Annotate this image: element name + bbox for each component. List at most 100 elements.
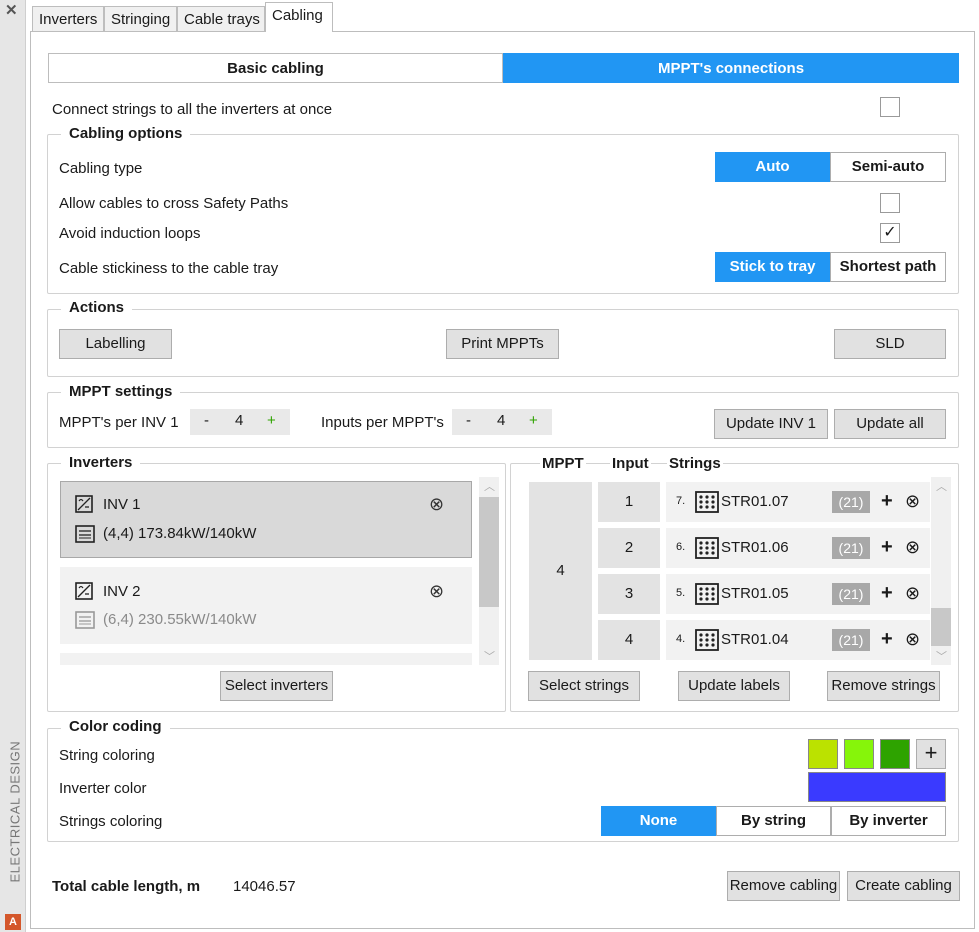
avoid-loops-label: Avoid induction loops — [59, 225, 201, 242]
string-row[interactable]: 6. STR01.06 (21) + ⊗ — [666, 528, 930, 568]
add-string-icon[interactable]: + — [881, 582, 893, 605]
string-index: 4. — [676, 633, 686, 645]
string-row[interactable]: 5. STR01.05 (21) + ⊗ — [666, 574, 930, 614]
scrollbar-thumb[interactable] — [479, 497, 499, 607]
string-color-swatch[interactable] — [844, 739, 874, 769]
coloring-none-button[interactable]: None — [601, 806, 716, 836]
cross-safety-paths-checkbox[interactable] — [880, 193, 900, 213]
strings-column-header: Strings — [667, 455, 723, 472]
avoid-loops-checkbox[interactable]: ✓ — [880, 223, 900, 243]
coloring-by-string-button[interactable]: By string — [716, 806, 831, 836]
side-panel-title: ELECTRICAL DESIGN — [7, 740, 23, 883]
inverter-color-label: Inverter color — [59, 780, 147, 797]
input-cell[interactable]: 2 — [598, 528, 660, 568]
string-index: 5. — [676, 587, 686, 599]
inverter-name: INV 2 — [103, 583, 141, 600]
mppt-settings-title: MPPT settings — [61, 383, 181, 400]
add-string-icon[interactable]: + — [881, 536, 893, 559]
string-count-badge: (21) — [832, 629, 870, 651]
input-column-header: Input — [610, 455, 651, 472]
string-icon — [695, 537, 719, 559]
input-cell[interactable]: 4 — [598, 620, 660, 660]
color-coding-title: Color coding — [61, 718, 170, 735]
inverter-detail: (4,4) 173.84kW/140kW — [103, 525, 257, 542]
inputs-per-mppt-value[interactable]: 4 — [497, 412, 505, 429]
select-inverters-button[interactable]: Select inverters — [220, 671, 333, 701]
remove-string-icon[interactable]: ⊗ — [905, 583, 920, 604]
string-color-swatch[interactable] — [880, 739, 910, 769]
cabling-type-semi-auto-button[interactable]: Semi-auto — [830, 152, 946, 182]
cabling-type-auto-button[interactable]: Auto — [715, 152, 830, 182]
tab-inverters[interactable]: Inverters — [32, 6, 104, 32]
sld-button[interactable]: SLD — [834, 329, 946, 359]
add-string-icon[interactable]: + — [881, 628, 893, 651]
mppt-per-inv-stepper: - 4 + — [190, 409, 290, 435]
combiner-icon — [75, 610, 95, 630]
basic-cabling-tab[interactable]: Basic cabling — [48, 53, 503, 83]
increment-button[interactable]: + — [267, 412, 276, 429]
update-labels-button[interactable]: Update labels — [678, 671, 790, 701]
mppt-cell[interactable]: 4 — [529, 482, 592, 660]
string-coloring-label: String coloring — [59, 747, 155, 764]
string-count-badge: (21) — [832, 491, 870, 513]
scroll-down-icon[interactable]: ﹀ — [484, 648, 495, 664]
string-name: STR01.06 — [721, 539, 789, 556]
remove-string-icon[interactable]: ⊗ — [905, 491, 920, 512]
shortest-path-button[interactable]: Shortest path — [830, 252, 946, 282]
string-name: STR01.05 — [721, 585, 789, 602]
cross-safety-paths-label: Allow cables to cross Safety Paths — [59, 195, 289, 212]
cabling-type-label: Cabling type — [59, 160, 143, 177]
add-color-button[interactable]: + — [916, 739, 946, 769]
mppt-column-header: MPPT — [540, 455, 586, 472]
inputs-per-mppt-label: Inputs per MPPT's — [321, 414, 444, 431]
string-icon — [695, 629, 719, 651]
update-inv-button[interactable]: Update INV 1 — [714, 409, 828, 439]
scroll-up-icon[interactable]: ︿ — [484, 478, 495, 494]
string-row[interactable]: 7. STR01.07 (21) + ⊗ — [666, 482, 930, 522]
app-logo-icon: A — [5, 914, 21, 930]
update-all-button[interactable]: Update all — [834, 409, 946, 439]
add-string-icon[interactable]: + — [881, 490, 893, 513]
inverter-card[interactable] — [60, 481, 472, 558]
decrement-button[interactable]: - — [204, 412, 209, 429]
stick-to-tray-button[interactable]: Stick to tray — [715, 252, 830, 282]
remove-inverter-icon[interactable]: ⊗ — [429, 581, 444, 602]
scroll-up-icon[interactable]: ︿ — [936, 478, 947, 494]
remove-inverter-icon[interactable]: ⊗ — [429, 494, 444, 515]
mppt-connections-tab[interactable]: MPPT's connections — [503, 53, 959, 83]
remove-string-icon[interactable]: ⊗ — [905, 537, 920, 558]
remove-strings-button[interactable]: Remove strings — [827, 671, 940, 701]
coloring-by-inverter-button[interactable]: By inverter — [831, 806, 946, 836]
tab-cabling[interactable]: Cabling — [265, 2, 333, 32]
total-cable-length-value: 14046.57 — [233, 878, 296, 895]
scroll-down-icon[interactable]: ﹀ — [936, 648, 947, 664]
decrement-button[interactable]: - — [466, 412, 471, 429]
string-row[interactable]: 4. STR01.04 (21) + ⊗ — [666, 620, 930, 660]
print-mppts-button[interactable]: Print MPPTs — [446, 329, 559, 359]
increment-button[interactable]: + — [529, 412, 538, 429]
inverter-color-swatch[interactable] — [808, 772, 946, 802]
remove-cabling-button[interactable]: Remove cabling — [727, 871, 840, 901]
labelling-button[interactable]: Labelling — [59, 329, 172, 359]
tab-stringing[interactable]: Stringing — [104, 6, 177, 32]
combiner-icon — [75, 524, 95, 544]
string-icon — [695, 491, 719, 513]
create-cabling-button[interactable]: Create cabling — [847, 871, 960, 901]
select-strings-button[interactable]: Select strings — [528, 671, 640, 701]
string-count-badge: (21) — [832, 537, 870, 559]
connect-all-checkbox[interactable] — [880, 97, 900, 117]
input-cell[interactable]: 3 — [598, 574, 660, 614]
scrollbar-thumb[interactable] — [931, 608, 951, 646]
string-color-swatch[interactable] — [808, 739, 838, 769]
inverter-card[interactable] — [60, 567, 472, 644]
string-index: 6. — [676, 541, 686, 553]
input-cell[interactable]: 1 — [598, 482, 660, 522]
inverter-card-partial — [60, 653, 472, 665]
inputs-per-mppt-stepper: - 4 + — [452, 409, 552, 435]
remove-string-icon[interactable]: ⊗ — [905, 629, 920, 650]
mppt-per-inv-label: MPPT's per INV 1 — [59, 414, 179, 431]
mppt-per-inv-value[interactable]: 4 — [235, 412, 243, 429]
tab-cable-trays[interactable]: Cable trays — [177, 6, 265, 32]
close-icon[interactable]: ✕ — [5, 1, 18, 19]
inverter-detail: (6,4) 230.55kW/140kW — [103, 611, 257, 628]
